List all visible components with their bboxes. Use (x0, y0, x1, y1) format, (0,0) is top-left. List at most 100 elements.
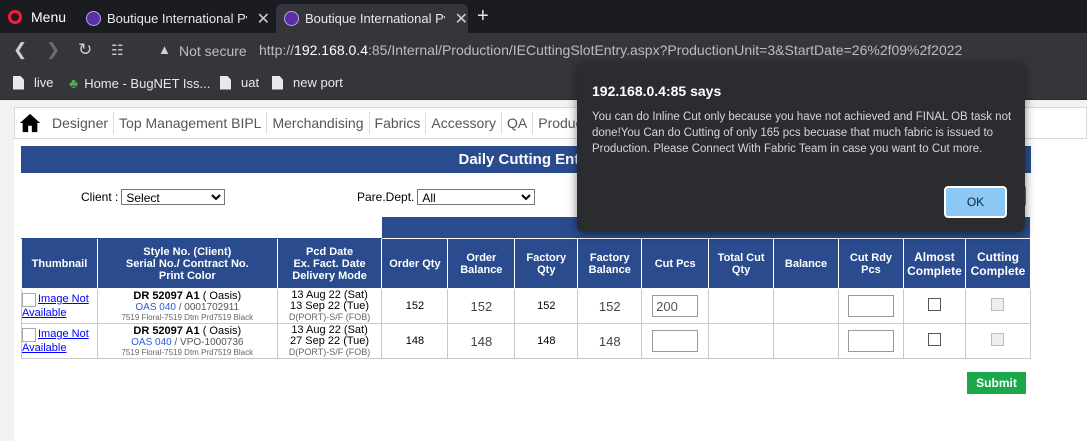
url-host: 192.168.0.4 (294, 42, 368, 58)
warning-icon[interactable]: ▲ (158, 42, 171, 57)
cut-rdy-pcs-input[interactable] (847, 295, 894, 317)
dept-filter: Pare.Dept. All (357, 189, 536, 205)
clover-icon: ♣ (69, 75, 79, 91)
browser-tab-1[interactable]: Boutique International Pvt. L ✕ (78, 4, 270, 33)
style-no: DR 52097 A1 (133, 289, 200, 302)
home-icon[interactable] (19, 112, 41, 134)
broken-image-icon (22, 328, 36, 342)
bookmark-live[interactable]: live (13, 75, 54, 90)
col-order-qty: Order Qty (381, 238, 449, 289)
dates-cell: 13 Aug 22 (Sat) 13 Sep 22 (Tue) D(PORT)-… (276, 288, 383, 324)
dates-cell: 13 Aug 22 (Sat) 27 Sep 22 (Tue) D(PORT)-… (276, 323, 383, 359)
col-thumbnail: Thumbnail (21, 238, 98, 289)
url-rest: :85/Internal/Production/IECuttingSlotEnt… (368, 42, 963, 58)
almost-complete-cell (902, 323, 966, 359)
forward-icon[interactable]: ❯ (46, 40, 60, 60)
factory-qty: 148 (514, 323, 579, 359)
bookmark-new-port[interactable]: new port (272, 75, 343, 90)
speed-dial-icon[interactable]: ☷ (111, 42, 124, 59)
cut-rdy-pcs-input[interactable] (847, 330, 894, 352)
site-favicon-icon (284, 11, 299, 26)
order-balance: 152 (447, 288, 516, 324)
page-icon (272, 75, 283, 90)
col-cut-rdy-pcs: Cut Rdy Pcs (838, 238, 904, 289)
close-tab-icon[interactable]: ✕ (257, 9, 270, 29)
nav-qa[interactable]: QA (502, 112, 534, 134)
cut-pcs-input[interactable] (652, 295, 699, 317)
delivery-mode: D(PORT)-S/F (FOB) (288, 346, 371, 357)
new-tab-icon[interactable]: + (477, 5, 489, 28)
table-row: Image Not Available DR 52097 A1 ( Oasis)… (21, 288, 1032, 324)
not-secure-label[interactable]: Not secure (179, 43, 247, 59)
nav-accessory[interactable]: Accessory (426, 112, 502, 134)
submit-button[interactable]: Submit (967, 372, 1026, 394)
close-tab-icon[interactable]: ✕ (455, 9, 468, 29)
page-icon (220, 75, 231, 90)
factory-balance: 148 (577, 323, 643, 359)
bookmark-label: live (34, 75, 54, 90)
client-select[interactable]: Select (121, 189, 226, 205)
page-title: Daily Cutting Entry (458, 151, 594, 168)
col-factory-qty: Factory Qty (514, 238, 579, 289)
col-almost-complete: Almost Complete (902, 238, 966, 289)
balance (773, 323, 839, 359)
page-icon (13, 75, 24, 90)
dept-label: Pare.Dept. (357, 190, 415, 204)
col-style-line3: Print Color (158, 269, 216, 282)
bookmark-bugnet[interactable]: ♣ Home - BugNET Iss... (69, 75, 210, 91)
browser-tab-bar: Menu Boutique International Pvt. L ✕ Bou… (0, 0, 1087, 33)
balance (773, 288, 839, 324)
cut-pcs-cell (641, 288, 710, 324)
thumbnail-cell: Image Not Available (21, 323, 98, 359)
cut-pcs-input[interactable] (652, 330, 699, 352)
browser-menu-button[interactable]: Menu (8, 7, 66, 27)
col-pcd-line2: Ex. Fact. Date (293, 257, 366, 270)
col-balance: Balance (773, 238, 839, 289)
col-pcd: Pcd Date Ex. Fact. Date Delivery Mode (276, 238, 383, 289)
almost-complete-checkbox[interactable] (927, 298, 941, 311)
almost-complete-cell (902, 288, 966, 324)
cut-pcs-cell (641, 323, 710, 359)
order-qty: 148 (381, 323, 449, 359)
nav-top-management[interactable]: Top Management BIPL (114, 112, 268, 134)
cutting-complete-cell (964, 288, 1032, 324)
pcd-date: 13 Aug 22 (Sat) (291, 288, 368, 301)
cutting-complete-checkbox[interactable] (991, 333, 1005, 346)
reload-icon[interactable]: ↻ (78, 40, 92, 60)
serial-no-link[interactable]: OAS 040 (135, 302, 176, 313)
opera-logo-icon (8, 10, 22, 24)
nav-fabrics[interactable]: Fabrics (370, 112, 427, 134)
dialog-message: You can do Inline Cut only because you h… (592, 111, 1012, 155)
cut-rdy-pcs-cell (838, 323, 904, 359)
pcd-date: 13 Aug 22 (Sat) (291, 323, 368, 336)
tab-title: Boutique International Pvt. L (305, 11, 445, 26)
dept-select[interactable]: All (417, 189, 536, 205)
ok-button[interactable]: OK (943, 185, 1008, 219)
contract-no: / 0001702911 (178, 301, 240, 313)
table-row: Image Not Available DR 52097 A1 ( Oasis)… (21, 323, 1032, 359)
url-field[interactable]: http://192.168.0.4:85/Internal/Productio… (259, 42, 962, 58)
bookmark-label: new port (293, 75, 343, 90)
client-name: ( Oasis) (202, 324, 242, 337)
address-bar: ❮ ❯ ↻ ☷ ▲ Not secure http://192.168.0.4:… (0, 33, 1087, 67)
factory-balance: 152 (577, 288, 643, 324)
cutting-complete-checkbox[interactable] (991, 298, 1005, 311)
dialog-title: 192.168.0.4:85 says (592, 83, 722, 99)
back-icon[interactable]: ❮ (13, 40, 27, 60)
ex-fact-date: 13 Sep 22 (Tue) (290, 299, 370, 312)
bookmark-uat[interactable]: uat (220, 75, 259, 90)
bookmark-label: uat (241, 75, 260, 90)
cutting-table: Cut Thumbnail Style No. (Client) Serial … (20, 216, 1032, 359)
order-qty: 152 (381, 288, 449, 324)
nav-merchandising[interactable]: Merchandising (267, 112, 370, 134)
thumbnail-cell: Image Not Available (21, 288, 98, 324)
browser-tab-2-active[interactable]: Boutique International Pvt. L ✕ (276, 4, 468, 33)
url-prefix: http:// (259, 42, 295, 58)
client-name: ( Oasis) (202, 289, 242, 302)
almost-complete-checkbox[interactable] (927, 333, 941, 346)
col-order-balance: Order Balance (447, 238, 516, 289)
delivery-mode: D(PORT)-S/F (FOB) (288, 311, 371, 322)
nav-designer[interactable]: Designer (47, 112, 115, 134)
serial-no-link[interactable]: OAS 040 (131, 337, 172, 348)
style-no: DR 52097 A1 (133, 324, 200, 337)
